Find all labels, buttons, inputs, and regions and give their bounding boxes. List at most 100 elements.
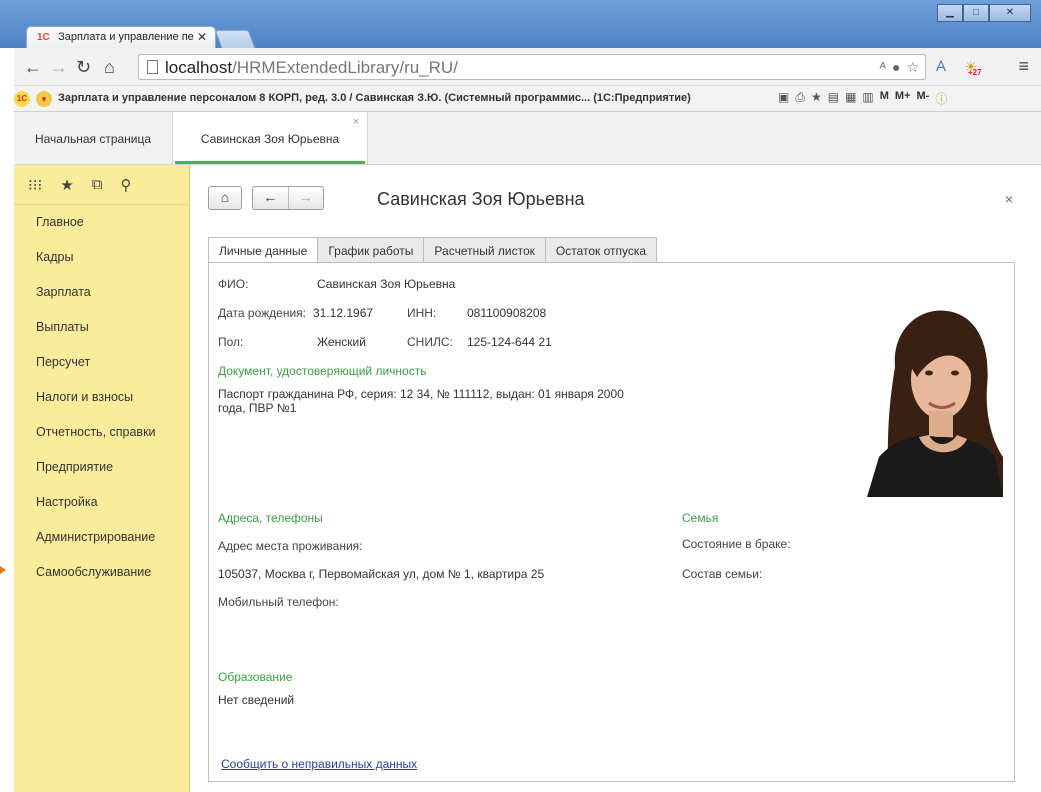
sidebar-item-reports[interactable]: Отчетность, справки [14, 415, 189, 450]
print-icon[interactable]: ⎙ [795, 90, 805, 107]
address-bar[interactable]: localhost/HRMExtendedLibrary/ru_RU/ ᴬ ● … [138, 54, 926, 80]
main-menu-icon[interactable]: ▾ [36, 91, 52, 107]
form-tabs: Личные данные График работы Расчетный ли… [208, 237, 658, 263]
reload-icon[interactable]: ↻ [76, 57, 91, 78]
all-functions-icon[interactable]: ⁝⁝⁝ [28, 176, 42, 204]
birth-label: Дата рождения: [218, 306, 306, 320]
snils-value: 125-124-644 21 [467, 335, 552, 349]
maximize-icon[interactable]: □ [963, 4, 989, 22]
browser-menu-icon[interactable]: ≡ [1018, 56, 1029, 77]
sidebar-item-self-service[interactable]: Самообслуживание [14, 555, 189, 590]
document-line-2: года, ПВР №1 [218, 401, 297, 415]
close-tab-icon[interactable]: ✕ [197, 30, 207, 44]
onec-logo-icon[interactable]: 1С [14, 91, 30, 107]
browser-toolbar: ← → ↻ ⌂ localhost/HRMExtendedLibrary/ru_… [14, 48, 1041, 86]
active-section-pointer-icon [0, 566, 6, 574]
inn-value: 081100908208 [467, 306, 547, 320]
save-icon[interactable]: ▣ [778, 90, 789, 107]
minimize-icon[interactable]: ▁ [937, 4, 963, 22]
sex-value: Женский [317, 335, 366, 349]
tab-personal-data[interactable]: Личные данные [208, 237, 319, 263]
mobile-label: Мобильный телефон: [218, 595, 339, 609]
memory-plus-button[interactable]: M+ [895, 90, 911, 107]
copy-icon[interactable]: ▤ [828, 90, 839, 107]
star-icon[interactable]: ☆ [906, 59, 919, 76]
sidebar-item-main[interactable]: Главное [14, 205, 189, 240]
sex-label: Пол: [218, 335, 244, 349]
onec-favicon-icon: 1С [37, 32, 50, 43]
sidebar-item-settings[interactable]: Настройка [14, 485, 189, 520]
new-tab-button[interactable] [214, 30, 256, 48]
search-icon[interactable]: ⚲ [120, 176, 131, 204]
close-window-icon[interactable]: × [353, 116, 359, 128]
back-button[interactable]: ← [253, 187, 289, 209]
sidebar-item-personal-accounting[interactable]: Персучет [14, 345, 189, 380]
memory-m-button[interactable]: M [880, 90, 889, 107]
tab-current-employee[interactable]: Савинская Зоя Юрьевна × [172, 112, 368, 164]
fio-value: Савинская Зоя Юрьевна [317, 277, 456, 291]
forward-arrow-icon[interactable]: → [50, 57, 68, 78]
nav-buttons: ← → [252, 186, 324, 210]
sidebar-item-enterprise[interactable]: Предприятие [14, 450, 189, 485]
document-line-1: Паспорт гражданина РФ, серия: 12 34, № 1… [218, 387, 624, 401]
open-windows-bar: Начальная страница Савинская Зоя Юрьевна… [14, 112, 1041, 165]
window-close-icon[interactable]: ✕ [989, 4, 1031, 22]
url-path: /HRMExtendedLibrary/ru_RU/ [232, 58, 458, 77]
tab-home-page[interactable]: Начальная страница [14, 112, 172, 164]
history-icon[interactable]: ⧉ [92, 176, 103, 204]
address-value: 105037, Москва г, Первомайская ул, дом №… [218, 567, 545, 581]
addresses-group-title: Адреса, телефоны [218, 511, 323, 525]
calculator-icon[interactable]: ▦ [845, 90, 856, 107]
employee-form: ⌂ ← → Савинская Зоя Юрьевна × Личные дан… [190, 165, 1041, 792]
sidebar-item-payments[interactable]: Выплаты [14, 310, 189, 345]
form-title: Савинская Зоя Юрьевна [377, 189, 585, 209]
sidebar-item-administration[interactable]: Администрирование [14, 520, 189, 555]
tab-vacation-balance[interactable]: Остаток отпуска [545, 237, 658, 263]
marital-status-label: Состояние в браке: [682, 537, 791, 551]
bulb-icon[interactable]: ● [892, 59, 900, 76]
tab-current-label: Савинская Зоя Юрьевна [200, 132, 340, 146]
document-group-title: Документ, удостоверяющий личность [218, 364, 427, 378]
family-group-title: Семья [682, 511, 719, 525]
app-titlebar: 1С ▾ Зарплата и управление персоналом 8 … [14, 86, 1041, 112]
sections-panel: ⁝⁝⁝ ★ ⧉ ⚲ Главное Кадры Зарплата Выплаты… [14, 165, 190, 792]
browser-tab-title: Зарплата и управление пе [58, 31, 194, 43]
url-host: localhost [165, 58, 233, 77]
browser-titlebar: 1С Зарплата и управление пе ✕ ▁ □ ✕ [0, 0, 1041, 48]
education-value: Нет сведений [218, 693, 295, 707]
back-arrow-icon[interactable]: ← [24, 57, 42, 78]
desktop-edge [0, 0, 14, 792]
home-button[interactable]: ⌂ [208, 186, 242, 210]
sidebar-item-taxes[interactable]: Налоги и взносы [14, 380, 189, 415]
favorites-star-icon[interactable]: ★ [60, 176, 73, 204]
tab-work-schedule[interactable]: График работы [318, 237, 425, 263]
employee-photo [867, 307, 1003, 497]
favorites-icon[interactable]: ★ [811, 90, 822, 107]
address-label: Адрес места проживания: [218, 539, 363, 553]
inn-label: ИНН: [407, 306, 437, 320]
calendar-icon[interactable]: ▥ [862, 90, 873, 107]
translate-extension-icon[interactable]: A [936, 58, 946, 75]
birth-value: 31.12.1967 [313, 306, 374, 320]
family-composition-label: Состав семьи: [682, 567, 763, 581]
forward-button[interactable]: → [289, 187, 324, 209]
tab-payslip[interactable]: Расчетный листок [424, 237, 546, 263]
education-group-title: Образование [218, 670, 293, 684]
home-icon[interactable]: ⌂ [104, 57, 115, 78]
memory-minus-button[interactable]: M- [917, 90, 930, 107]
form-close-icon[interactable]: × [1005, 191, 1013, 207]
weather-badge: +27 [968, 68, 982, 77]
translate-icon[interactable]: ᴬ [880, 59, 886, 76]
personal-data-panel: ФИО: Савинская Зоя Юрьевна Дата рождения… [208, 262, 1015, 782]
snils-label: СНИЛС: [407, 335, 453, 349]
window-controls: ▁ □ ✕ [937, 4, 1031, 22]
page-icon [147, 60, 158, 74]
app-title: Зарплата и управление персоналом 8 КОРП,… [58, 92, 691, 104]
browser-tab[interactable]: 1С Зарплата и управление пе ✕ [26, 26, 216, 48]
report-wrong-data-link[interactable]: Сообщить о неправильных данных [221, 757, 417, 771]
url-text: localhost/HRMExtendedLibrary/ru_RU/ [165, 58, 458, 78]
sidebar-item-salary[interactable]: Зарплата [14, 275, 189, 310]
info-icon[interactable]: ⓘ [935, 90, 947, 107]
sidebar-item-hr[interactable]: Кадры [14, 240, 189, 275]
fio-label: ФИО: [218, 277, 249, 291]
